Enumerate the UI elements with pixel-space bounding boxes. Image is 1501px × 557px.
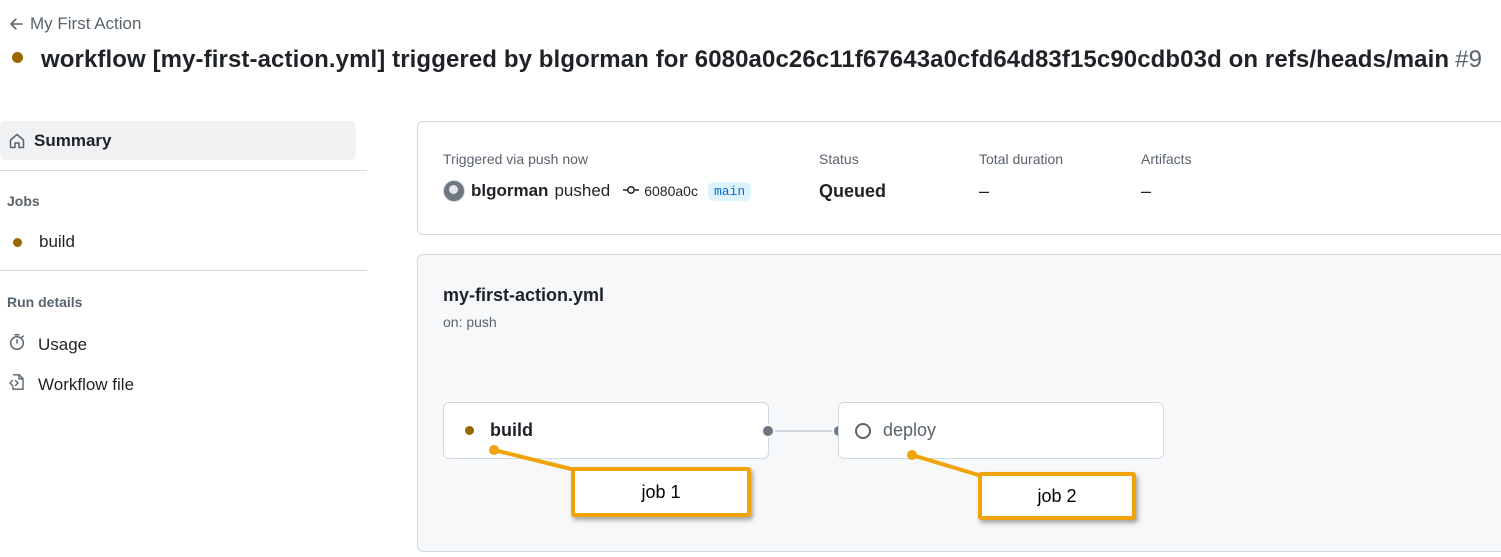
annotation-job-1: job 1	[571, 467, 751, 517]
callout-pointer-line	[492, 448, 577, 472]
callout-pointer-line	[910, 453, 987, 479]
annotation-job-2: job 2	[978, 472, 1136, 520]
callout-pointer-dot	[489, 445, 499, 455]
callout-pointer-dot	[907, 450, 917, 460]
